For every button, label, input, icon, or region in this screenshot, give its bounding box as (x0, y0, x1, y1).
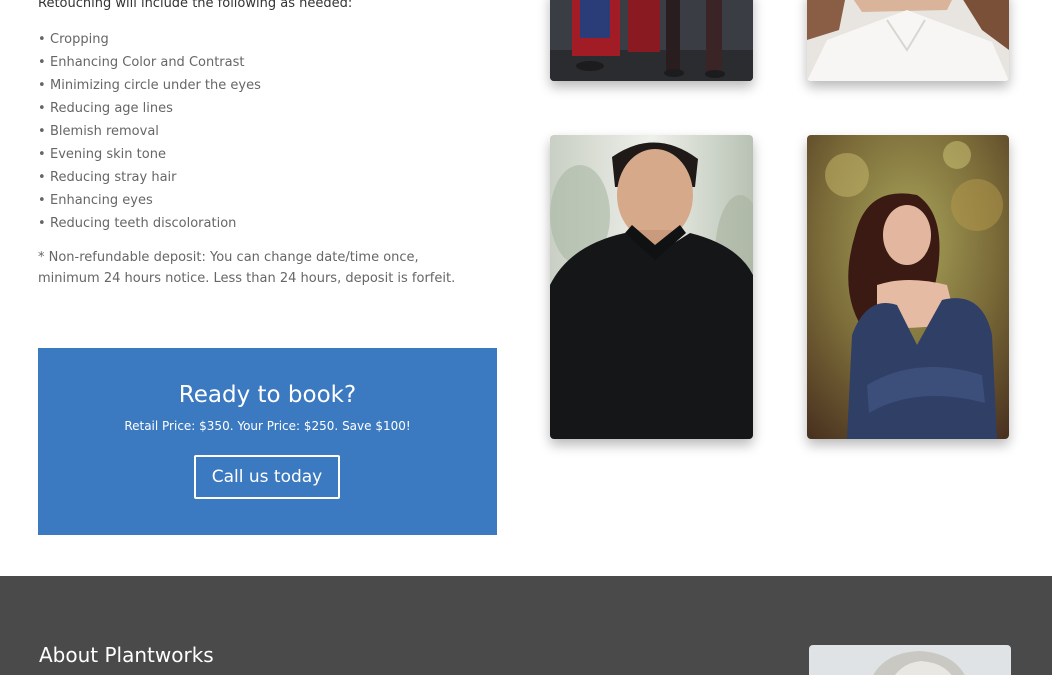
bullet-icon: • (38, 216, 46, 231)
list-item-label: Reducing age lines (50, 101, 173, 116)
photo-woman-blue-dress[interactable] (807, 135, 1009, 439)
deposit-note: * Non-refundable deposit: You can change… (38, 250, 456, 286)
bullet-icon: • (38, 124, 46, 139)
list-item-label: Blemish removal (50, 124, 159, 139)
list-item: • Reducing stray hair (38, 168, 480, 191)
bullet-icon: • (38, 147, 46, 162)
bullet-icon: • (38, 101, 46, 116)
list-item: • Evening skin tone (38, 145, 480, 168)
list-item: • Minimizing circle under the eyes (38, 76, 480, 99)
list-item-label: Enhancing Color and Contrast (50, 55, 245, 70)
photo-man-black-sweater[interactable] (550, 135, 753, 439)
bullet-icon: • (38, 32, 46, 47)
list-item-label: Evening skin tone (50, 147, 166, 162)
call-us-button[interactable]: Call us today (194, 455, 340, 499)
bullet-icon: • (38, 78, 46, 93)
bullet-icon: • (38, 55, 46, 70)
list-item-label: Reducing stray hair (50, 170, 177, 185)
list-item: • Cropping (38, 30, 480, 53)
site-footer: About Plantworks (0, 576, 1052, 675)
list-item: • Enhancing eyes (38, 191, 480, 214)
list-item: • Enhancing Color and Contrast (38, 53, 480, 76)
list-item: • Blemish removal (38, 122, 480, 145)
bullet-icon: • (38, 170, 46, 185)
list-item-label: Reducing teeth discoloration (50, 216, 237, 231)
list-item: • Reducing teeth discoloration (38, 214, 480, 237)
list-item-label: Minimizing circle under the eyes (50, 78, 261, 93)
cta-title: Ready to book? (178, 382, 357, 408)
list-item-label: Cropping (50, 32, 109, 47)
list-item-label: Enhancing eyes (50, 193, 153, 208)
footer-heading: About Plantworks (39, 643, 214, 667)
photo-woman-white-shirt[interactable] (807, 0, 1009, 81)
retouch-list: • Cropping • Enhancing Color and Contrast … (38, 30, 480, 237)
photo-costume-group[interactable] (550, 0, 753, 81)
bullet-icon: • (38, 193, 46, 208)
retouch-intro: Retouching will include the following as… (38, 0, 353, 11)
cta-price-text: Retail Price: $350. Your Price: $250. Sa… (124, 419, 411, 433)
booking-cta: Ready to book? Retail Price: $350. Your … (38, 348, 497, 535)
list-item: • Reducing age lines (38, 99, 480, 122)
photo-gray-haired-woman (809, 645, 1011, 675)
